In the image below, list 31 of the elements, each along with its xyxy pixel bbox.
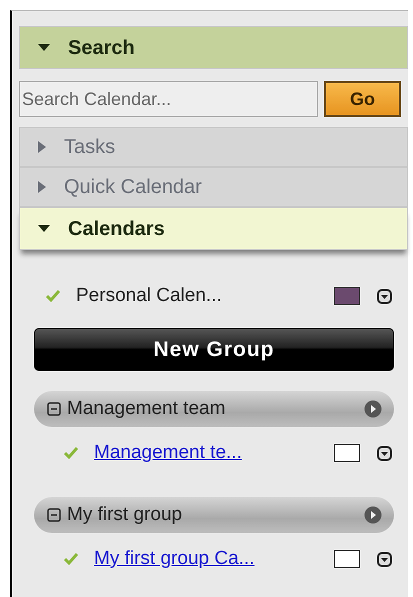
new-group-button[interactable]: New Group bbox=[34, 328, 394, 371]
checkmark-icon[interactable] bbox=[64, 447, 78, 459]
group-header[interactable]: Management team bbox=[34, 391, 394, 427]
dropdown-icon[interactable] bbox=[377, 552, 392, 566]
group-header[interactable]: My first group bbox=[34, 497, 394, 533]
play-circle-icon[interactable] bbox=[364, 506, 382, 524]
dropdown-icon[interactable] bbox=[377, 288, 392, 304]
search-field[interactable]: Search Calendar... bbox=[19, 81, 318, 117]
section-title: Search bbox=[68, 36, 135, 60]
go-button[interactable]: Go bbox=[324, 81, 401, 117]
section-title: Calendars bbox=[68, 216, 165, 242]
calendar-link[interactable]: My first group Ca... bbox=[94, 544, 254, 574]
checkmark-icon[interactable] bbox=[64, 553, 78, 565]
minus-box-icon[interactable] bbox=[47, 508, 61, 522]
calendar-link[interactable]: Management te... bbox=[94, 438, 242, 468]
calendar-name: Personal Calen... bbox=[76, 284, 222, 308]
group-name: My first group bbox=[67, 502, 182, 527]
minus-box-icon[interactable] bbox=[47, 402, 61, 416]
color-swatch[interactable] bbox=[334, 444, 360, 462]
section-title: Tasks bbox=[64, 135, 116, 160]
section-header[interactable]: Tasks bbox=[19, 127, 408, 167]
play-circle-icon[interactable] bbox=[364, 400, 382, 418]
checkmark-icon[interactable] bbox=[46, 290, 60, 302]
section-header[interactable]: Calendars bbox=[19, 207, 408, 250]
section-title: Quick Calendar bbox=[64, 175, 202, 200]
dropdown-icon[interactable] bbox=[377, 446, 392, 460]
color-swatch[interactable] bbox=[334, 550, 360, 568]
section-header[interactable]: Search bbox=[19, 26, 408, 69]
section-header[interactable]: Quick Calendar bbox=[19, 167, 408, 207]
color-swatch[interactable] bbox=[334, 287, 360, 305]
group-name: Management team bbox=[67, 396, 226, 421]
